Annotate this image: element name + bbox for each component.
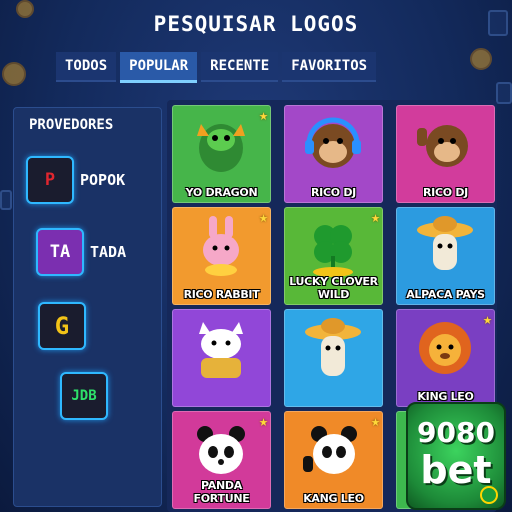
tab-popular[interactable]: POPULAR [120, 52, 198, 83]
provider-g[interactable]: G [38, 302, 86, 350]
favorite-star-icon[interactable]: ★ [259, 106, 268, 124]
cat-sweater-icon [199, 322, 243, 378]
provider-popok[interactable]: P POPOK [26, 156, 125, 204]
tab-favoritos[interactable]: FAVORITOS [282, 52, 377, 82]
tab-bar: TODOS POPULAR RECENTE FAVORITOS [56, 52, 377, 83]
coin-decoration [2, 62, 26, 86]
game-tile-cat[interactable] [172, 309, 271, 407]
provider-label: TADA [90, 243, 127, 261]
game-name: YO DRAGON [185, 186, 258, 199]
card-decoration [496, 82, 512, 104]
game-name: RICO DJ [311, 186, 356, 199]
game-tile-panda-fortune[interactable]: ★ PANDA FORTUNE [172, 411, 271, 509]
brazil-flag-icon [480, 486, 498, 504]
panda-waving-icon [303, 426, 357, 474]
game-name: LUCKY CLOVER WILD [289, 275, 378, 301]
game-tile-rico-dj-2[interactable]: RICO DJ [396, 105, 495, 203]
tada-logo-icon: TA [36, 228, 84, 276]
brand-line1: 9080 [417, 416, 495, 449]
provider-jdb[interactable]: JDB [60, 372, 108, 420]
game-name: PANDA FORTUNE [193, 479, 250, 505]
monkey-waving-icon [417, 125, 468, 167]
favorite-star-icon[interactable]: ★ [259, 412, 268, 430]
provider-label: POPOK [80, 171, 126, 189]
tab-recente[interactable]: RECENTE [201, 52, 279, 82]
popok-logo-icon: P [26, 156, 74, 204]
favorite-star-icon[interactable]: ★ [371, 412, 380, 430]
game-name: RICO RABBIT [183, 288, 260, 301]
game-name: ALPACA PAYS [406, 288, 485, 301]
green-dragon-icon [197, 124, 245, 172]
game-tile-king-leo[interactable]: ★ KING LEO [396, 309, 495, 407]
game-tile-alpaca[interactable] [284, 309, 383, 407]
favorite-star-icon[interactable]: ★ [483, 310, 492, 328]
brand-logo: 9080 bet [406, 402, 506, 510]
card-decoration [0, 190, 12, 210]
g-logo-icon: G [38, 302, 86, 350]
game-tile-yo-dragon[interactable]: ★ YO DRAGON [172, 105, 271, 203]
clover-icon [313, 225, 353, 277]
game-tile-rico-dj[interactable]: RICO DJ [284, 105, 383, 203]
page-title: PESQUISAR LOGOS [153, 12, 359, 36]
game-name: RICO DJ [423, 186, 468, 199]
game-tile-rico-rabbit[interactable]: ★ RICO RABBIT [172, 207, 271, 305]
monkey-headphones-icon [305, 117, 361, 168]
game-tile-alpaca-pays[interactable]: ALPACA PAYS [396, 207, 495, 305]
alpaca-sombrero-icon [305, 318, 361, 376]
providers-sidebar: PROVEDORES P POPOK TA TADA G JDB [13, 107, 162, 507]
game-tile-kang-leo[interactable]: ★ KANG LEO [284, 411, 383, 509]
providers-heading: PROVEDORES [29, 117, 114, 133]
jdb-logo-icon: JDB [60, 372, 108, 420]
favorite-star-icon[interactable]: ★ [259, 208, 268, 226]
game-name: KANG LEO [303, 492, 364, 505]
tab-todos[interactable]: TODOS [56, 52, 117, 82]
panda-icon [197, 426, 245, 474]
lion-icon [419, 322, 471, 374]
game-tile-lucky-clover-wild[interactable]: ★ LUCKY CLOVER WILD [284, 207, 383, 305]
provider-tada[interactable]: TA TADA [36, 228, 126, 276]
coin-decoration [470, 48, 492, 70]
pink-rabbit-icon [203, 216, 239, 276]
alpaca-sombrero-icon [417, 216, 473, 270]
favorite-star-icon[interactable]: ★ [371, 208, 380, 226]
